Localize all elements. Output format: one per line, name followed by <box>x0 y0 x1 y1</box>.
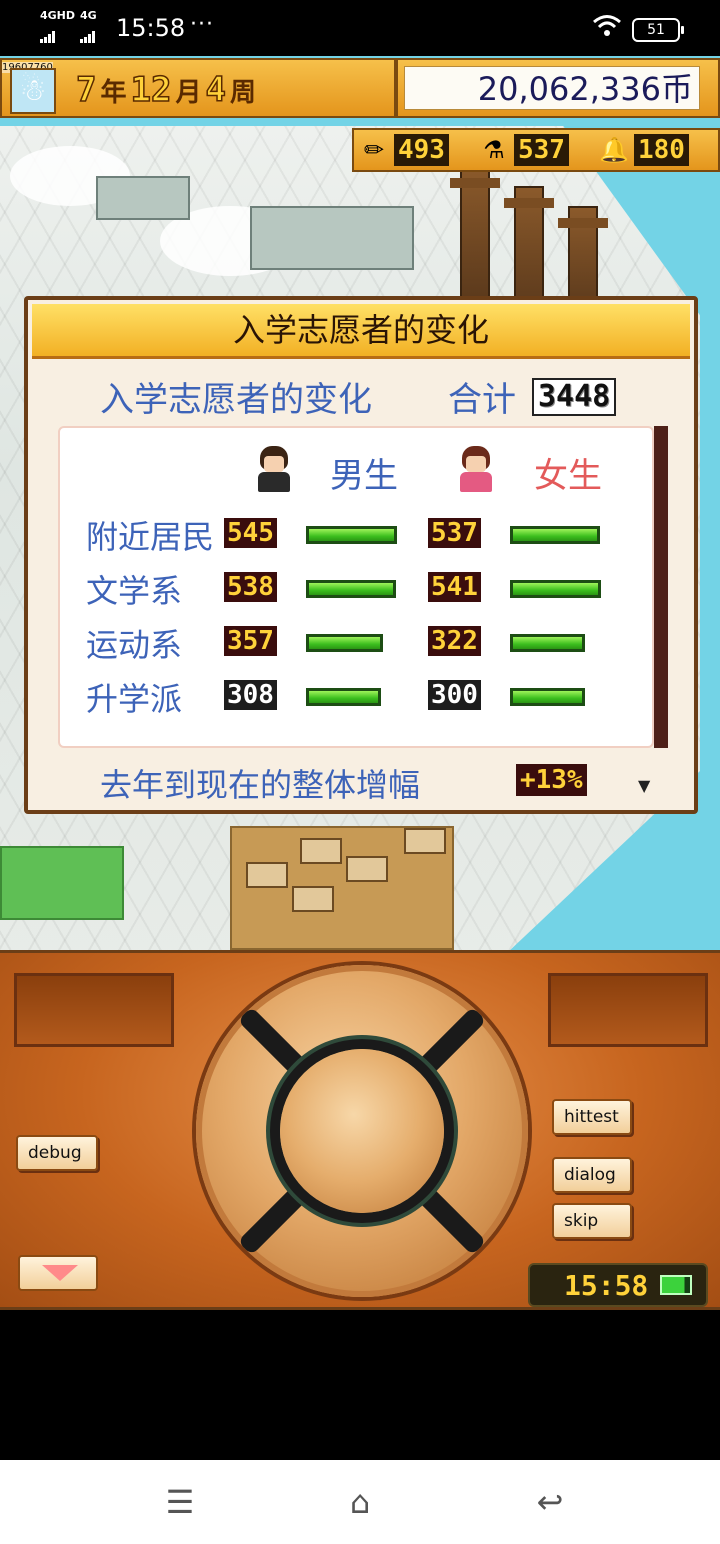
skip-button[interactable]: skip <box>552 1203 632 1239</box>
battery-icon: 51 <box>632 18 684 42</box>
hittest-button[interactable]: hittest <box>552 1099 632 1135</box>
desk <box>300 838 342 864</box>
male-count: 308 <box>224 680 277 710</box>
desk <box>292 886 334 912</box>
signal-bars-1-icon <box>40 24 56 43</box>
female-bar <box>510 526 600 544</box>
system-nav-bar: ☰ ⌂ ↩ <box>0 1460 720 1544</box>
resource-value: 180 <box>634 134 689 166</box>
wifi-icon <box>592 14 622 42</box>
resource-bar: ✏ 493 ⚗ 537 🔔 180 <box>352 128 720 172</box>
female-count: 300 <box>428 680 481 710</box>
back-icon[interactable]: ↩ <box>530 1482 570 1522</box>
pencil-icon: ✏ <box>363 136 385 164</box>
totem-pole <box>504 186 554 310</box>
debug-button[interactable]: debug <box>16 1135 98 1171</box>
signal-bars-2-icon <box>80 24 96 43</box>
month-unit: 月 <box>175 78 202 108</box>
male-count: 538 <box>224 572 277 602</box>
female-avatar-icon <box>456 446 496 492</box>
resource-value: 537 <box>514 134 569 166</box>
week-unit: 周 <box>229 78 256 108</box>
female-count: 322 <box>428 626 481 656</box>
desk <box>404 828 446 854</box>
total-label: 合计 <box>448 380 516 420</box>
game-view[interactable]: 19607760 ☃ 7年12月4周 20,062,336币 ✏ 493 ⚗ 5… <box>0 56 720 950</box>
growth-value: +13% <box>516 764 587 796</box>
snowman-icon: ☃ <box>10 68 56 114</box>
more-down-icon[interactable]: ▼ <box>638 776 650 795</box>
totem-pole <box>558 206 608 310</box>
dpad-center-button[interactable] <box>280 1049 444 1213</box>
female-bar <box>510 634 585 652</box>
month-value: 12 <box>130 69 172 111</box>
female-count: 537 <box>428 518 481 548</box>
flask-icon: ⚗ <box>483 136 505 164</box>
money-panel: 20,062,336币 <box>396 58 720 118</box>
status-time: 15:58 <box>116 14 186 42</box>
male-bar <box>306 688 381 706</box>
week-value: 4 <box>205 69 227 111</box>
female-bar <box>510 580 601 598</box>
home-icon[interactable]: ⌂ <box>340 1482 380 1522</box>
down-arrow-button[interactable] <box>18 1255 98 1291</box>
status-bar: 4GHD 4G 15:58 ··· 51 <box>0 0 720 56</box>
male-header: 男生 <box>330 456 398 496</box>
game-clock: 15:58 <box>528 1263 708 1307</box>
battery-level-icon <box>660 1275 692 1295</box>
female-count: 541 <box>428 572 481 602</box>
growth-label: 去年到现在的整体增幅 <box>100 766 421 804</box>
date-panel: 19607760 ☃ 7年12月4周 <box>0 58 396 118</box>
applicant-change-dialog[interactable]: 入学志愿者的变化 入学志愿者的变化 合计 3448 男生 女生 附近居民 545… <box>24 296 698 814</box>
game-date: 7 年 12 月 4 周 <box>75 69 260 111</box>
row-label: 文学系 <box>86 572 183 610</box>
menu-icon[interactable]: ☰ <box>160 1482 200 1522</box>
dialog-title: 入学志愿者的变化 <box>32 304 690 359</box>
male-avatar-icon <box>254 446 294 492</box>
building-block <box>250 206 414 270</box>
dialog-button[interactable]: dialog <box>552 1157 632 1193</box>
female-header: 女生 <box>534 456 602 496</box>
male-count: 357 <box>224 626 277 656</box>
totem-pole <box>450 166 500 300</box>
game-clock-time: 15:58 <box>564 1269 649 1302</box>
signal-type-2: 4G <box>80 9 97 22</box>
row-label: 附近居民 <box>86 518 215 556</box>
row-label: 运动系 <box>86 626 183 664</box>
male-bar <box>306 634 383 652</box>
male-bar <box>306 580 396 598</box>
year-unit: 年 <box>100 78 127 108</box>
virtual-controller: debug hittest dialog skip 15:58 <box>0 950 720 1310</box>
left-panel <box>14 973 174 1047</box>
building-block <box>96 176 190 220</box>
grass-patch <box>0 846 124 920</box>
money-value: 20,062,336币 <box>404 66 700 110</box>
more-dots-icon: ··· <box>190 12 214 37</box>
female-bar <box>510 688 585 706</box>
bell-icon: 🔔 <box>599 136 629 164</box>
male-bar <box>306 526 397 544</box>
scrollbar[interactable] <box>654 426 668 748</box>
dpad[interactable] <box>196 965 528 1297</box>
signal-type-1: 4GHD <box>40 9 76 22</box>
year-value: 7 <box>75 69 97 111</box>
right-panel <box>548 973 708 1047</box>
resource-value: 493 <box>394 134 449 166</box>
desk <box>246 862 288 888</box>
male-count: 545 <box>224 518 277 548</box>
dialog-subtitle: 入学志愿者的变化 <box>100 380 372 420</box>
row-label: 升学派 <box>86 680 183 718</box>
total-value: 3448 <box>532 378 617 416</box>
desk <box>346 856 388 882</box>
